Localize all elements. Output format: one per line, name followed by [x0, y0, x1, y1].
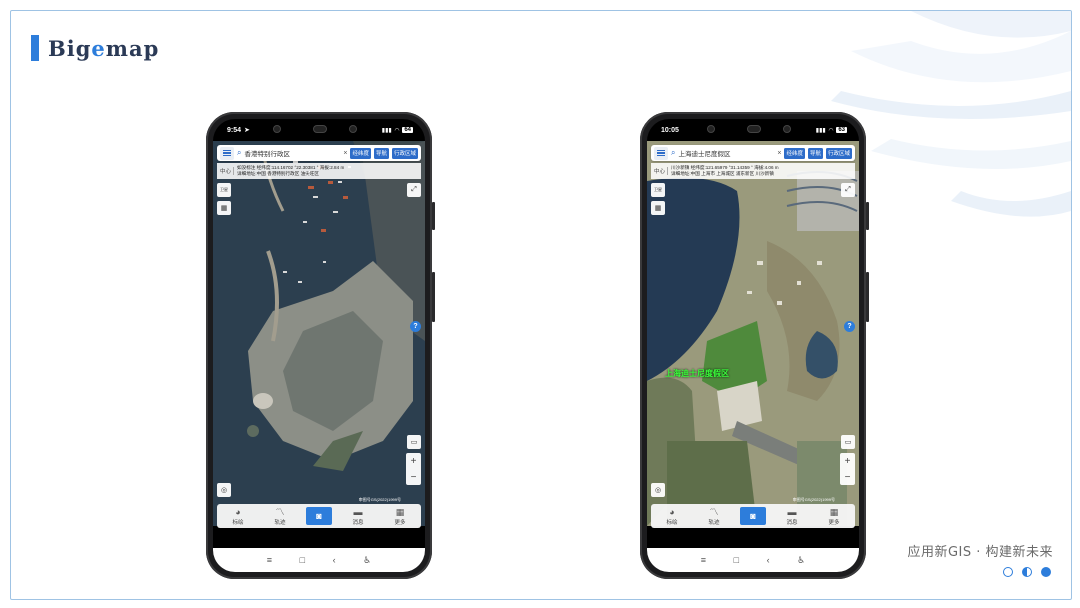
battery-icon: 64: [402, 127, 413, 133]
coords-button[interactable]: 经纬度: [784, 147, 805, 159]
zoom-in-button[interactable]: +: [845, 456, 851, 467]
help-icon[interactable]: ?: [844, 321, 855, 332]
back-icon[interactable]: ‹: [767, 555, 770, 565]
signal-icon: ▮▮▮: [815, 127, 826, 134]
region-button[interactable]: 行政区域: [391, 147, 418, 159]
grid-icon: ▦: [395, 506, 405, 517]
search-bar: ⌕ 上海迪士尼度假区 × 经纬度 导航 行政区域: [651, 145, 855, 161]
bottom-toolbar: ◕ 标绘 〽轨迹 ◙ ▬ 消息 ▦ 更多: [651, 504, 855, 528]
palette-icon: ◕: [669, 506, 675, 517]
system-nav-bar: ≡ □ ‹ ♿: [213, 548, 425, 572]
home-icon[interactable]: □: [734, 555, 739, 565]
track-icon: 〽: [709, 506, 719, 517]
nav-track[interactable]: 〽轨迹: [264, 507, 296, 526]
status-time: 10:05: [661, 126, 679, 134]
phone-screen: 9:54 ➤ ▮▮▮ ◠ 64 ⌕ 香港特别行政区 × 经纬度 导航 行政区域 …: [213, 119, 425, 572]
pagination-dots: [1003, 567, 1051, 577]
phone-screen: 10:05 ▮▮▮ ◠ 63 ⌕ 上海迪士尼度假区 × 经纬度 导航 行政区域 …: [647, 119, 859, 572]
region-button[interactable]: 行政区域: [825, 147, 852, 159]
signal-icon: ▮▮▮: [381, 127, 392, 134]
location-info: 中心 川沙新镇 经纬度:121.65979 °31.14359 ° 海拔:4.0…: [651, 163, 855, 179]
satellite-map[interactable]: [647, 141, 859, 526]
help-icon[interactable]: ?: [410, 321, 421, 332]
satellite-toggle-icon[interactable]: 卫星: [217, 183, 231, 197]
location-icon: ➤: [244, 127, 250, 134]
nav-camera[interactable]: ◙: [306, 507, 332, 525]
zoom-control: + −: [840, 453, 855, 485]
clear-icon[interactable]: ×: [343, 150, 347, 157]
phone-shanghai-disney: 10:05 ▮▮▮ ◠ 63 ⌕ 上海迪士尼度假区 × 经纬度 导航 行政区域 …: [640, 112, 869, 579]
brand-name: Bigemap: [48, 35, 160, 61]
center-label: 中心: [654, 167, 669, 175]
zoom-out-button[interactable]: −: [845, 472, 851, 483]
search-icon: ⌕: [671, 148, 676, 157]
home-icon[interactable]: □: [300, 555, 305, 565]
map-copyright: 审图号GS(2022)1999号: [358, 497, 401, 502]
menu-icon[interactable]: ≡: [701, 555, 706, 565]
track-icon: 〽: [275, 506, 285, 517]
accessibility-icon[interactable]: ♿: [363, 555, 371, 566]
nav-message[interactable]: ▬ 消息: [342, 507, 374, 526]
search-bar: ⌕ 香港特别行政区 × 经纬度 导航 行政区域: [217, 145, 421, 161]
toolbox-icon[interactable]: ▭: [841, 435, 855, 449]
page-dot-2[interactable]: [1022, 567, 1032, 577]
slogan: 应用新GIS · 构建新未来: [907, 545, 1053, 560]
nav-more[interactable]: ▦ 更多: [384, 507, 416, 526]
nav-track[interactable]: 〽轨迹: [698, 507, 730, 526]
fullscreen-icon[interactable]: ⤢: [841, 183, 855, 197]
clear-icon[interactable]: ×: [777, 150, 781, 157]
system-nav-bar: ≡ □ ‹ ♿: [647, 548, 859, 572]
phone-hong-kong: 9:54 ➤ ▮▮▮ ◠ 64 ⌕ 香港特别行政区 × 经纬度 导航 行政区域 …: [206, 112, 435, 579]
map-copyright: 审图号GS(2022)1999号: [792, 497, 835, 502]
fullscreen-icon[interactable]: ⤢: [407, 183, 421, 197]
address-line: 详细地址:中国 香港特别行政区 油尖旺区: [237, 171, 319, 176]
camera-icon: ◙: [316, 511, 322, 521]
nav-message[interactable]: ▬ 消息: [776, 507, 808, 526]
menu-button[interactable]: [220, 146, 234, 160]
zoom-out-button[interactable]: −: [411, 472, 417, 483]
coords-button[interactable]: 经纬度: [350, 147, 371, 159]
grid-icon: ▦: [829, 506, 839, 517]
search-input[interactable]: 香港特别行政区: [244, 148, 340, 158]
navigate-button[interactable]: 导航: [373, 147, 389, 159]
address-line: 详细地址:中国 上海市 上海城区 浦东新区 川沙新镇: [671, 171, 774, 176]
wifi-icon: ◠: [828, 127, 834, 134]
zoom-in-button[interactable]: +: [411, 456, 417, 467]
brand-bar: [31, 35, 39, 61]
brand-logo: Bigemap: [31, 35, 159, 61]
locate-icon[interactable]: ◎: [217, 483, 231, 497]
center-label: 中心: [220, 167, 235, 175]
page-dot-3[interactable]: [1041, 567, 1051, 577]
building-icon[interactable]: ▦: [217, 201, 231, 215]
status-time: 9:54: [227, 126, 242, 134]
wifi-icon: ◠: [394, 127, 400, 134]
building-icon[interactable]: ▦: [651, 201, 665, 215]
toolbox-icon[interactable]: ▭: [407, 435, 421, 449]
search-input[interactable]: 上海迪士尼度假区: [678, 148, 774, 158]
locate-icon[interactable]: ◎: [651, 483, 665, 497]
page-dot-1[interactable]: [1003, 567, 1013, 577]
nav-plot[interactable]: ◕ 标绘: [656, 507, 688, 526]
search-icon: ⌕: [237, 148, 242, 157]
location-info: 中心 如没标注 经纬度:114.16702 °22.30381 ° 海拔:2.8…: [217, 163, 421, 179]
battery-icon: 63: [836, 127, 847, 133]
menu-button[interactable]: [654, 146, 668, 160]
palette-icon: ◕: [235, 506, 241, 517]
nav-plot[interactable]: ◕ 标绘: [222, 507, 254, 526]
back-icon[interactable]: ‹: [333, 555, 336, 565]
satellite-map[interactable]: [213, 141, 425, 526]
map-place-label: 上海迪士尼度假区: [665, 369, 729, 378]
zoom-control: + −: [406, 453, 421, 485]
nav-camera[interactable]: ◙: [740, 507, 766, 525]
camera-icon: ◙: [750, 511, 756, 521]
bottom-toolbar: ◕ 标绘 〽轨迹 ◙ ▬ 消息 ▦ 更多: [217, 504, 421, 528]
satellite-toggle-icon[interactable]: 卫星: [651, 183, 665, 197]
menu-icon[interactable]: ≡: [267, 555, 272, 565]
message-icon: ▬: [787, 506, 797, 517]
message-icon: ▬: [353, 506, 363, 517]
nav-more[interactable]: ▦ 更多: [818, 507, 850, 526]
slide-frame: Bigemap 9:54 ➤ ▮▮▮ ◠ 64 ⌕ 香港特别行政区 × 经纬度 …: [10, 10, 1072, 600]
accessibility-icon[interactable]: ♿: [797, 555, 805, 566]
navigate-button[interactable]: 导航: [807, 147, 823, 159]
